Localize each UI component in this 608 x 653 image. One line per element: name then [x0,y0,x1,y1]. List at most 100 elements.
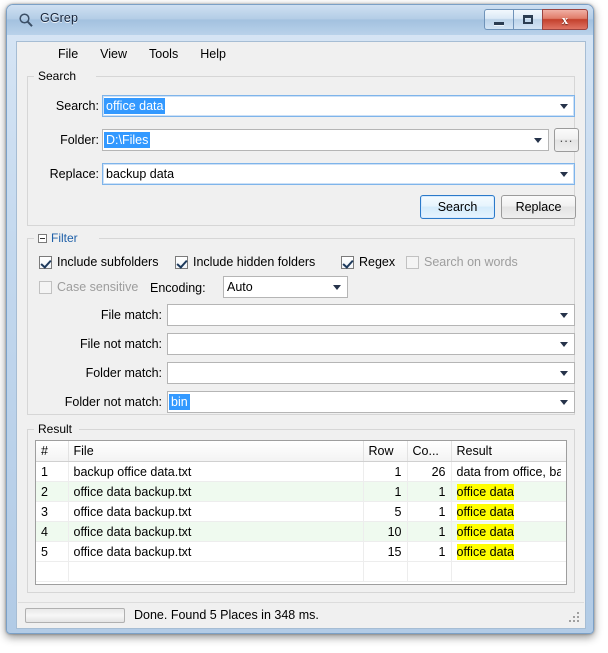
include-hidden-folders-label: Include hidden folders [193,255,316,269]
cell-col: 1 [407,481,452,502]
collapse-icon[interactable] [38,234,47,243]
table-header-row: # File Row Co... Result [36,441,566,462]
cell-index: 2 [36,481,69,502]
cell-file: office data backup.txt [68,481,364,502]
column-header-index[interactable]: # [36,441,69,462]
cell-result: office data [451,481,566,502]
browse-folder-button[interactable]: ... [554,128,579,152]
progress-bar [25,607,125,623]
include-hidden-folders-checkbox[interactable]: Include hidden folders [175,255,315,269]
cell-col: 26 [407,461,452,482]
cell-file: office data backup.txt [68,501,364,522]
cell-result: office data [451,501,566,522]
cell-row: 10 [363,521,408,542]
maximize-button[interactable] [513,9,542,30]
include-subfolders-checkbox[interactable]: Include subfolders [39,255,158,269]
search-field-label: Search: [55,99,99,113]
menu-item-help[interactable]: Help [189,45,237,63]
cell-result-text: office data [456,483,514,500]
menu-bar: File View Tools Help [17,42,585,66]
regex-checkbox[interactable]: Regex [341,255,395,269]
filter-group-label[interactable]: Filter [34,231,82,245]
chevron-down-icon[interactable] [560,104,568,109]
replace-input[interactable]: backup data [102,163,575,185]
chevron-down-icon[interactable] [560,342,568,347]
search-input[interactable]: office data [102,95,575,117]
column-header-row[interactable]: Row [363,441,408,462]
filter-group-label-text: Filter [51,231,78,245]
application-window: GGrep x File View Tools Help Search Sear… [6,4,594,634]
column-header-result[interactable]: Result [451,441,566,462]
cell-result: office data [451,521,566,542]
menu-item-file[interactable]: File [47,45,89,63]
search-button[interactable]: Search [420,195,495,219]
status-message: Done. Found 5 Places in 348 ms. [134,608,319,622]
folder-input-value: D:\Files [104,132,151,148]
minimize-icon [494,21,504,25]
table-row[interactable]: 2 office data backup.txt 1 1 office data [36,481,566,502]
close-button[interactable]: x [542,9,588,30]
folder-field-label: Folder: [60,133,99,147]
chevron-down-icon[interactable] [560,400,568,405]
cell-index: 4 [36,521,69,542]
window-title: GGrep [40,11,79,25]
folder-not-match-input[interactable]: bin [167,391,575,413]
encoding-select[interactable]: Auto [223,276,348,298]
file-match-input[interactable] [167,304,575,326]
folder-input[interactable]: D:\Files [102,129,549,151]
folder-match-input[interactable] [167,362,575,384]
cell-index: 1 [36,461,69,482]
replace-field-label: Replace: [49,167,99,181]
folder-match-label: Folder match: [85,366,162,380]
case-sensitive-checkbox: Case sensitive [39,280,138,294]
ellipsis-icon: ... [559,130,574,145]
folder-not-match-label: Folder not match: [64,395,162,409]
table-row[interactable]: 1 backup office data.txt 1 26 data from … [36,461,566,482]
checkbox-icon [341,255,354,269]
chevron-down-icon[interactable] [560,371,568,376]
column-header-col[interactable]: Co... [407,441,452,462]
table-row[interactable]: 4 office data backup.txt 10 1 office dat… [36,521,566,542]
chevron-down-icon[interactable] [560,172,568,177]
cell-result: office data [451,541,566,562]
status-bar: Done. Found 5 Places in 348 ms. [18,602,584,627]
chevron-down-icon[interactable] [560,313,568,318]
file-not-match-input[interactable] [167,333,575,355]
file-match-label: File match: [100,308,162,322]
encoding-value: Auto [227,280,253,294]
cell-row: 5 [363,501,408,522]
cell-empty [451,561,566,582]
cell-file: office data backup.txt [68,521,364,542]
case-sensitive-label: Case sensitive [57,280,139,294]
regex-label: Regex [359,255,396,269]
replace-input-value: backup data [106,167,175,181]
cell-empty [407,561,452,582]
search-on-words-checkbox: Search on words [406,255,518,269]
cell-empty [36,561,69,582]
magnifier-icon [19,13,33,27]
encoding-label: Encoding: [150,281,206,295]
table-row[interactable]: 3 office data backup.txt 5 1 office data [36,501,566,522]
cell-col: 1 [407,541,452,562]
cell-index: 5 [36,541,69,562]
replace-button[interactable]: Replace [501,195,576,219]
folder-not-match-value: bin [169,394,190,410]
cell-result-text: office data [456,523,514,540]
cell-result-text: data from office, back [456,464,561,479]
chevron-down-icon[interactable] [333,285,341,290]
app-screenshot: GGrep x File View Tools Help Search Sear… [0,0,608,653]
cell-col: 1 [407,521,452,542]
chevron-down-icon[interactable] [534,138,542,143]
resize-grip[interactable] [568,611,581,624]
file-not-match-label: File not match: [80,337,162,351]
menu-item-view[interactable]: View [89,45,138,63]
minimize-button[interactable] [484,9,513,30]
menu-item-tools[interactable]: Tools [138,45,189,63]
column-header-file[interactable]: File [68,441,364,462]
table-row[interactable]: 5 office data backup.txt 15 1 office dat… [36,541,566,562]
results-table[interactable]: # File Row Co... Result 1 backup office … [35,440,567,585]
maximize-icon [523,15,533,24]
cell-row: 15 [363,541,408,562]
cell-empty [68,561,364,582]
window-controls: x [484,9,588,30]
